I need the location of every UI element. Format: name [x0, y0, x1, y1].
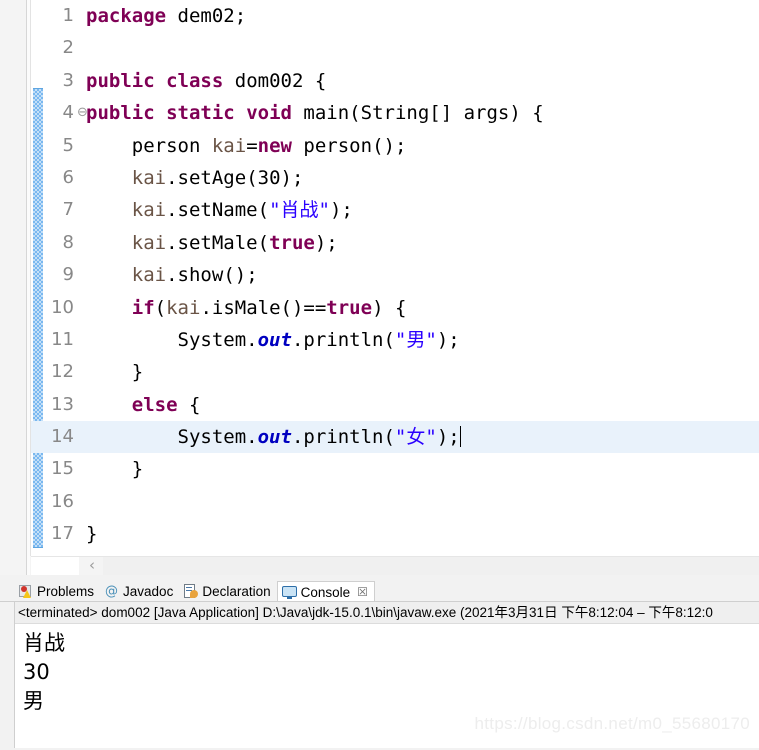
text-caret — [459, 426, 461, 448]
line-number: 4 — [62, 102, 74, 124]
code-text: kai.show(); — [131, 264, 258, 287]
line-number: 17 — [51, 523, 74, 545]
code-text: kai.setName("肖战"); — [131, 199, 353, 222]
console-icon — [281, 585, 297, 600]
code-text: } — [86, 523, 98, 546]
code-text: System.out.println("男"); — [177, 328, 460, 351]
declaration-icon — [183, 584, 199, 599]
editor-horizontal-scrollbar[interactable]: ‹ — [31, 556, 759, 576]
line-number: 3 — [62, 69, 74, 91]
code-text: public class dom002 { — [86, 69, 327, 92]
tab-declaration[interactable]: Declaration — [179, 581, 276, 602]
console-output-line-3: 男 — [23, 689, 44, 713]
code-line-2[interactable]: 2 — [31, 32, 759, 64]
tab-console[interactable]: Console ☒ — [276, 581, 375, 602]
line-number: 8 — [62, 231, 74, 253]
line-number: 10 — [51, 296, 74, 318]
problems-icon — [18, 584, 33, 599]
code-text: package dem02; — [86, 5, 247, 27]
line-number: 15 — [51, 458, 74, 480]
console-output-line-2: 30 — [23, 660, 50, 684]
code-line-15[interactable]: 15 } — [31, 453, 759, 485]
close-icon[interactable]: ☒ — [357, 585, 368, 599]
javadoc-icon: @ — [105, 584, 119, 599]
code-text: kai.setAge(30); — [131, 166, 304, 189]
tab-label: Javadoc — [123, 584, 174, 599]
tab-problems[interactable]: Problems — [14, 581, 100, 602]
line-number: 14 — [51, 426, 74, 448]
code-text: kai.setMale(true); — [131, 231, 338, 254]
code-line-list: 1 package dem02; 2 3 public class dom002 { 4 ⊖… — [31, 0, 759, 551]
eclipse-ide-window: 1 package dem02; 2 3 public class dom002 { 4 ⊖… — [0, 0, 759, 750]
code-text: } — [86, 361, 144, 384]
watermark-text: https://blog.csdn.net/m0_55680170 — [474, 714, 750, 733]
code-line-10[interactable]: 10 if(kai.isMale()==true) { — [31, 292, 759, 324]
code-line-7[interactable]: 7 kai.setName("肖战"); — [31, 194, 759, 226]
code-text: person kai=new person(); — [131, 134, 407, 157]
line-number: 11 — [51, 328, 74, 350]
code-text: public static void main(String[] args) { — [86, 102, 544, 125]
code-line-14[interactable]: 14 System.out.println("女"); — [31, 421, 759, 454]
console-output-line-1: 肖战 — [23, 631, 65, 655]
line-number: 9 — [62, 264, 74, 286]
line-number: 5 — [62, 134, 74, 156]
line-number: 7 — [62, 199, 74, 221]
view-tab-bar: Problems @ Javadoc Declaration Console ☒ — [14, 580, 375, 602]
bottom-view-panel: Problems @ Javadoc Declaration Console ☒ <ter… — [0, 578, 759, 750]
tab-label: Problems — [37, 584, 95, 599]
code-line-11[interactable]: 11 System.out.println("男"); — [31, 324, 759, 356]
code-line-1[interactable]: 1 package dem02; — [31, 0, 759, 32]
line-number: 12 — [51, 361, 74, 383]
code-text: else { — [131, 393, 201, 416]
code-line-4[interactable]: 4 ⊖ public static void main(String[] args)… — [31, 97, 759, 129]
line-number: 1 — [62, 5, 74, 26]
line-number: 6 — [62, 166, 74, 188]
line-number: 2 — [62, 37, 74, 59]
scrollbar-thumb[interactable] — [31, 557, 79, 576]
code-line-5[interactable]: 5 person kai=new person(); — [31, 130, 759, 162]
code-line-16[interactable]: 16 — [31, 486, 759, 518]
console-launch-description: <terminated> dom002 [Java Application] D… — [15, 602, 759, 624]
line-number: 16 — [51, 490, 74, 512]
editor-outer-margin — [0, 0, 26, 578]
code-line-6[interactable]: 6 kai.setAge(30); — [31, 162, 759, 194]
scrollbar-track[interactable] — [103, 557, 759, 576]
editor-text-area[interactable]: 1 package dem02; 2 3 public class dom002 { 4 ⊖… — [31, 0, 759, 556]
code-text: } — [86, 458, 144, 481]
code-line-13[interactable]: 13 else { — [31, 389, 759, 421]
tab-label: Console — [300, 584, 351, 600]
code-text: System.out.println("女"); — [177, 426, 461, 449]
code-line-8[interactable]: 8 kai.setMale(true); — [31, 227, 759, 259]
code-line-3[interactable]: 3 public class dom002 { — [31, 65, 759, 97]
tab-javadoc[interactable]: @ Javadoc — [100, 581, 179, 602]
tab-label: Declaration — [202, 584, 271, 599]
code-line-12[interactable]: 12 } — [31, 356, 759, 388]
code-line-17[interactable]: 17} — [31, 518, 759, 550]
code-text: if(kai.isMale()==true) { — [131, 296, 407, 319]
scroll-left-arrow-icon[interactable]: ‹ — [81, 557, 103, 576]
code-line-9[interactable]: 9 kai.show(); — [31, 259, 759, 291]
java-editor[interactable]: 1 package dem02; 2 3 public class dom002 { 4 ⊖… — [0, 0, 759, 578]
line-number: 13 — [51, 393, 74, 415]
